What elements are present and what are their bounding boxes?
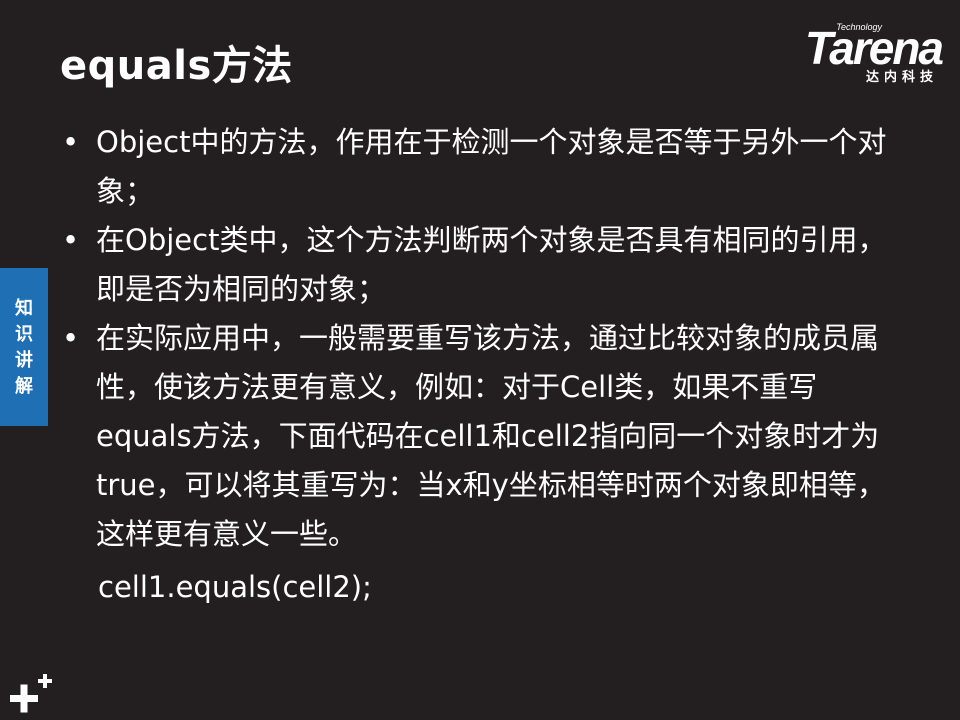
slide-title: equals方法 (60, 43, 293, 89)
bullet-icon: • (62, 125, 80, 159)
slide: equals方法 Technology Tarena 达内科技 知 识 讲 解 … (0, 0, 960, 720)
knowledge-explanation-tab: 知 识 讲 解 (0, 268, 48, 426)
bullet-text: 在实际应用中，一般需要重写该方法，通过比较对象的成员属性，使该方法更有意义，例如… (96, 321, 886, 551)
bullet-item: • 在Object类中，这个方法判断两个对象是否具有相同的引用，即是否为相同的对… (58, 216, 888, 314)
bullet-icon: • (62, 321, 80, 355)
side-tab-char: 讲 (15, 350, 33, 371)
bullet-text: 在Object类中，这个方法判断两个对象是否具有相同的引用，即是否为相同的对象； (96, 223, 887, 306)
side-tab-char: 识 (15, 324, 33, 345)
bullet-text: Object中的方法，作用在于检测一个对象是否等于另外一个对象； (96, 125, 887, 208)
bullet-item: • 在实际应用中，一般需要重写该方法，通过比较对象的成员属性，使该方法更有意义，… (58, 314, 888, 559)
bullet-item: • Object中的方法，作用在于检测一个对象是否等于另外一个对象； (58, 118, 888, 216)
slide-content: • Object中的方法，作用在于检测一个对象是否等于另外一个对象； • 在Ob… (58, 118, 888, 612)
logo-chinese-text: 达内科技 (865, 70, 938, 85)
plus-decoration-icon (10, 674, 52, 713)
logo-wordmark: Tarena (804, 22, 944, 74)
side-tab-char: 解 (15, 376, 33, 397)
tarena-logo: Technology Tarena 达内科技 (772, 22, 944, 86)
side-tab-char: 知 (15, 298, 33, 319)
bullet-icon: • (62, 223, 80, 257)
code-example: cell1.equals(cell2); (98, 570, 372, 604)
